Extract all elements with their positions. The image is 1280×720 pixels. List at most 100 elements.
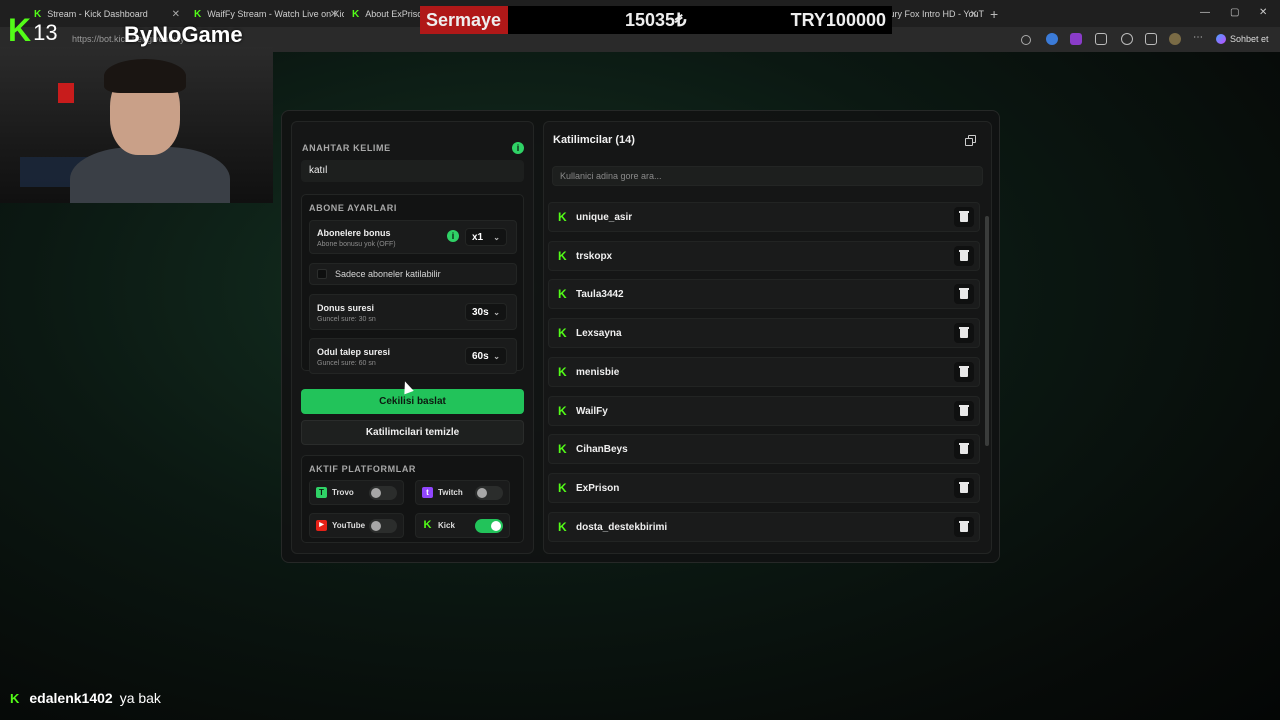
tab-title: WaifFy Stream - Watch Live on Kick [207, 9, 344, 19]
delete-icon[interactable] [954, 439, 974, 460]
close-icon[interactable]: ✕ [970, 9, 978, 20]
extension-icon[interactable] [1070, 33, 1082, 45]
claim-duration-row: Odul talep suresi Guncel sure: 60 sn 60s… [309, 338, 517, 374]
kick-icon: K [558, 442, 567, 457]
subscriber-bonus-select[interactable]: x1 ⌄ [465, 228, 507, 246]
active-platforms: AKTIF PLATFORMLAR T Trovo t Twitch ▶ You… [301, 455, 524, 543]
delete-icon[interactable] [954, 323, 974, 344]
subscribers-only-row[interactable]: Sadece aboneler katilabilir [309, 263, 517, 285]
keyword-input[interactable]: katıl [301, 160, 524, 182]
trovo-toggle[interactable] [369, 486, 397, 500]
trash-bin [960, 445, 968, 455]
chat-button-label: Sohbet et [1230, 34, 1269, 44]
browser-tab[interactable]: K About ExPrison [346, 3, 420, 25]
settings-icon[interactable] [1121, 33, 1133, 45]
draw-duration-row: Donus suresi Guncel sure: 30 sn 30s ⌄ [309, 294, 517, 330]
maximize-icon[interactable]: ▢ [1230, 7, 1239, 18]
participants-column: Katilimcilar (14) K unique_asir K trskop… [543, 121, 992, 554]
kick-icon: K [558, 403, 567, 418]
trash-bin [960, 483, 968, 493]
close-window-icon[interactable]: ✕ [1259, 7, 1267, 18]
kick-toggle[interactable] [475, 519, 503, 533]
platform-name: Trovo [332, 488, 354, 497]
delete-icon[interactable] [954, 516, 974, 537]
participant-row: K CihanBeys [548, 434, 980, 465]
close-icon[interactable]: ✕ [172, 9, 180, 20]
kick-icon: K [558, 248, 567, 263]
select-value: 30s [472, 306, 489, 318]
trash-bin [960, 329, 968, 339]
copilot-icon [1216, 34, 1226, 44]
info-icon[interactable]: i [512, 142, 524, 154]
minimize-icon[interactable]: — [1200, 7, 1210, 18]
more-icon[interactable]: ⋯ [1193, 33, 1205, 45]
stream-brand: K 13 ByNoGame [8, 12, 243, 49]
new-tab-icon[interactable]: + [990, 6, 998, 22]
kick-icon: K [423, 519, 432, 531]
youtube-toggle[interactable] [369, 519, 397, 533]
platform-youtube: ▶ YouTube [309, 513, 404, 538]
twitch-toggle[interactable] [475, 486, 503, 500]
participant-row: K dosta_destekbirimi [548, 511, 980, 542]
scrollbar-thumb[interactable] [985, 216, 989, 446]
participant-row: K trskopx [548, 240, 980, 271]
info-icon[interactable]: i [447, 230, 459, 242]
select-value: x1 [472, 231, 484, 243]
keyword-label: ANAHTAR KELIME [302, 143, 391, 153]
chevron-down-icon: ⌄ [493, 232, 500, 242]
participant-list: K unique_asir K trskopx K Taula3442 K Le… [548, 202, 980, 547]
streamer-hair [104, 59, 186, 93]
copy-icon[interactable] [964, 134, 978, 148]
delete-icon[interactable] [954, 284, 974, 305]
trash-bin [960, 367, 968, 377]
profile-avatar[interactable] [1169, 33, 1181, 45]
start-giveaway-button[interactable]: Cekilisi baslat [301, 389, 524, 414]
chat-button[interactable]: Sohbet et [1216, 34, 1269, 44]
star-icon[interactable] [1021, 35, 1031, 45]
ticker-target: TRY100000 [790, 9, 886, 30]
kick-icon: K [558, 364, 567, 379]
trash-bin [960, 406, 968, 416]
participant-username: trskopx [576, 250, 613, 262]
subscriber-settings: ABONE AYARLARI Abonelere bonus Abone bon… [301, 194, 524, 374]
trash-bin [960, 290, 968, 300]
tab-title: About ExPrison [365, 9, 420, 19]
participant-username: WailFy [576, 405, 608, 417]
platform-name: Twitch [438, 488, 463, 497]
participant-username: Taula3442 [576, 289, 624, 301]
close-icon[interactable]: ✕ [330, 9, 338, 20]
twitch-icon: t [422, 487, 433, 498]
subscribers-only-checkbox[interactable] [317, 269, 327, 279]
toggle-knob [491, 521, 501, 531]
flag-decoration [58, 83, 74, 103]
participant-search-input[interactable] [552, 166, 983, 186]
chat-username: edalenk1402 [29, 690, 113, 706]
delete-icon[interactable] [954, 207, 974, 227]
delete-icon[interactable] [954, 245, 974, 266]
draw-duration-select[interactable]: 30s ⌄ [465, 303, 507, 321]
chevron-down-icon: ⌄ [493, 351, 500, 361]
brand-number: 13 [33, 19, 58, 45]
kick-logo: K [8, 12, 32, 48]
browser-tab[interactable]: Fury Fox Intro HD - YouTube ✕ [884, 3, 984, 25]
brand-name: ByNoGame [124, 22, 243, 47]
kick-icon: K [558, 519, 567, 534]
subscriber-section-label: ABONE AYARLARI [309, 203, 397, 213]
ticker-amount: 15035₺ [625, 9, 687, 30]
participant-scrollbar[interactable] [985, 206, 989, 551]
participant-username: unique_asir [576, 212, 633, 223]
clear-participants-button[interactable]: Katilimcilari temizle [301, 420, 524, 445]
toggle-knob [371, 521, 381, 531]
ticker-label: Sermaye [420, 6, 508, 34]
delete-icon[interactable] [954, 361, 974, 382]
platforms-label: AKTIF PLATFORMLAR [309, 464, 417, 474]
claim-duration-select[interactable]: 60s ⌄ [465, 347, 507, 365]
kick-icon: K [194, 8, 202, 20]
extension-icon[interactable] [1046, 33, 1058, 45]
extensions-icon[interactable] [1095, 33, 1107, 45]
kick-icon: K [352, 8, 360, 20]
delete-icon[interactable] [954, 400, 974, 421]
favorites-icon[interactable] [1145, 33, 1157, 45]
delete-icon[interactable] [954, 477, 974, 498]
subscriber-bonus-row: Abonelere bonus Abone bonusu yok (OFF) i… [309, 220, 517, 254]
